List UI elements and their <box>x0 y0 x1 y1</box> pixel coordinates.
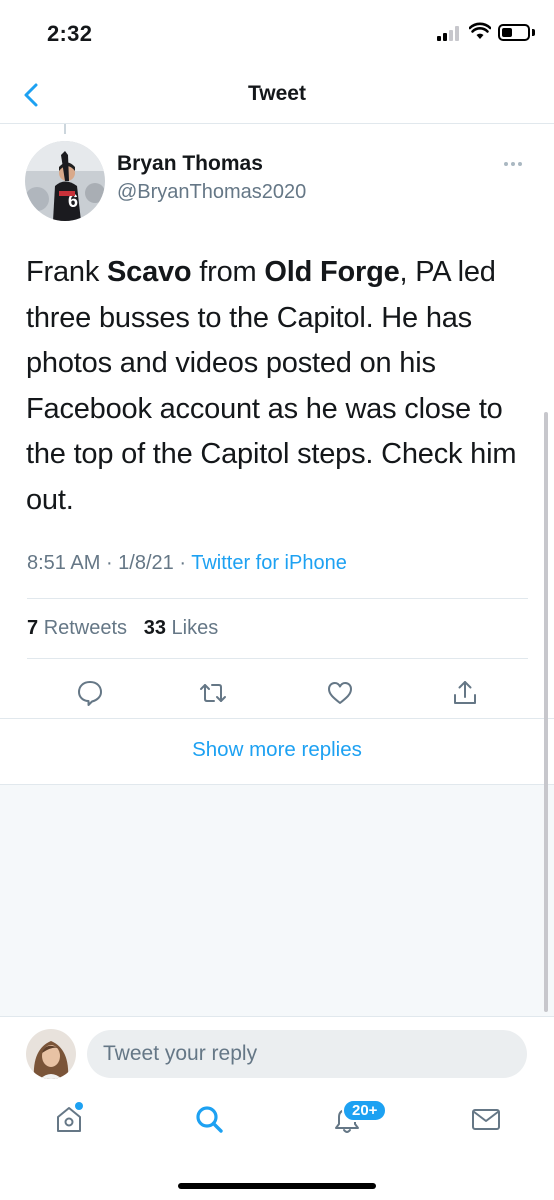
user-avatar[interactable] <box>26 1029 76 1079</box>
battery-icon <box>498 24 530 41</box>
wifi-icon <box>469 22 491 39</box>
page-title: Tweet <box>248 82 306 105</box>
tweet-meta: 8:51 AM · 1/8/21 · Twitter for iPhone <box>27 552 347 575</box>
likes-label: Likes <box>171 617 219 639</box>
tweet-stats: 7 Retweets 33 Likes <box>27 617 218 640</box>
tweet-actions <box>0 670 554 716</box>
avatar[interactable]: 6 <box>25 141 105 221</box>
nav-bar: Tweet <box>0 68 554 124</box>
tweet-text-part: , PA led three busses to the Capitol. He… <box>26 256 517 516</box>
comment-icon[interactable] <box>75 678 105 708</box>
heart-icon[interactable] <box>325 678 355 708</box>
author-handle[interactable]: @BryanThomas2020 <box>117 181 306 204</box>
tweet-text: Frank Scavo from Old Forge, PA led three… <box>26 250 531 523</box>
meta-separator: · <box>100 552 119 574</box>
show-more-replies-button[interactable]: Show more replies <box>0 719 554 783</box>
home-indicator[interactable] <box>178 1183 376 1189</box>
empty-replies-area <box>0 784 554 1017</box>
share-icon[interactable] <box>450 678 480 708</box>
meta-separator: · <box>173 552 192 574</box>
tweet-text-part: Frank <box>26 256 107 288</box>
tweet-source-link[interactable]: Twitter for iPhone <box>191 552 347 574</box>
tweet-text-bold: Scavo <box>107 256 192 288</box>
mail-icon[interactable] <box>469 1102 503 1136</box>
user-avatar-image <box>26 1029 76 1079</box>
more-options-icon[interactable] <box>502 157 524 171</box>
tweet-text-bold: Old Forge <box>264 256 400 288</box>
retweet-icon[interactable] <box>198 678 228 708</box>
search-icon[interactable] <box>192 1102 226 1136</box>
cellular-signal-icon <box>437 25 463 41</box>
home-new-dot <box>75 1102 83 1110</box>
avatar-image: 6 <box>25 141 105 221</box>
likes-link[interactable]: 33 Likes <box>144 617 219 639</box>
author-name[interactable]: Bryan Thomas <box>117 152 263 176</box>
tweet-time: 8:51 AM <box>27 552 101 574</box>
retweets-count: 7 <box>27 617 39 639</box>
thread-line <box>64 124 66 134</box>
scrollbar[interactable] <box>544 412 548 1012</box>
tab-bar <box>0 1092 554 1152</box>
battery-tip <box>532 29 535 36</box>
tweet-text-part: from <box>191 256 265 288</box>
divider <box>27 598 528 599</box>
divider <box>27 658 528 659</box>
tweet-date: 1/8/21 <box>118 552 174 574</box>
status-bar: 2:32 <box>0 0 554 68</box>
retweets-link[interactable]: 7 Retweets <box>27 617 127 639</box>
reply-input[interactable] <box>87 1030 527 1078</box>
retweets-label: Retweets <box>43 617 128 639</box>
status-time: 2:32 <box>47 21 93 46</box>
notifications-badge: 20+ <box>342 1099 388 1122</box>
likes-count: 33 <box>143 617 166 639</box>
